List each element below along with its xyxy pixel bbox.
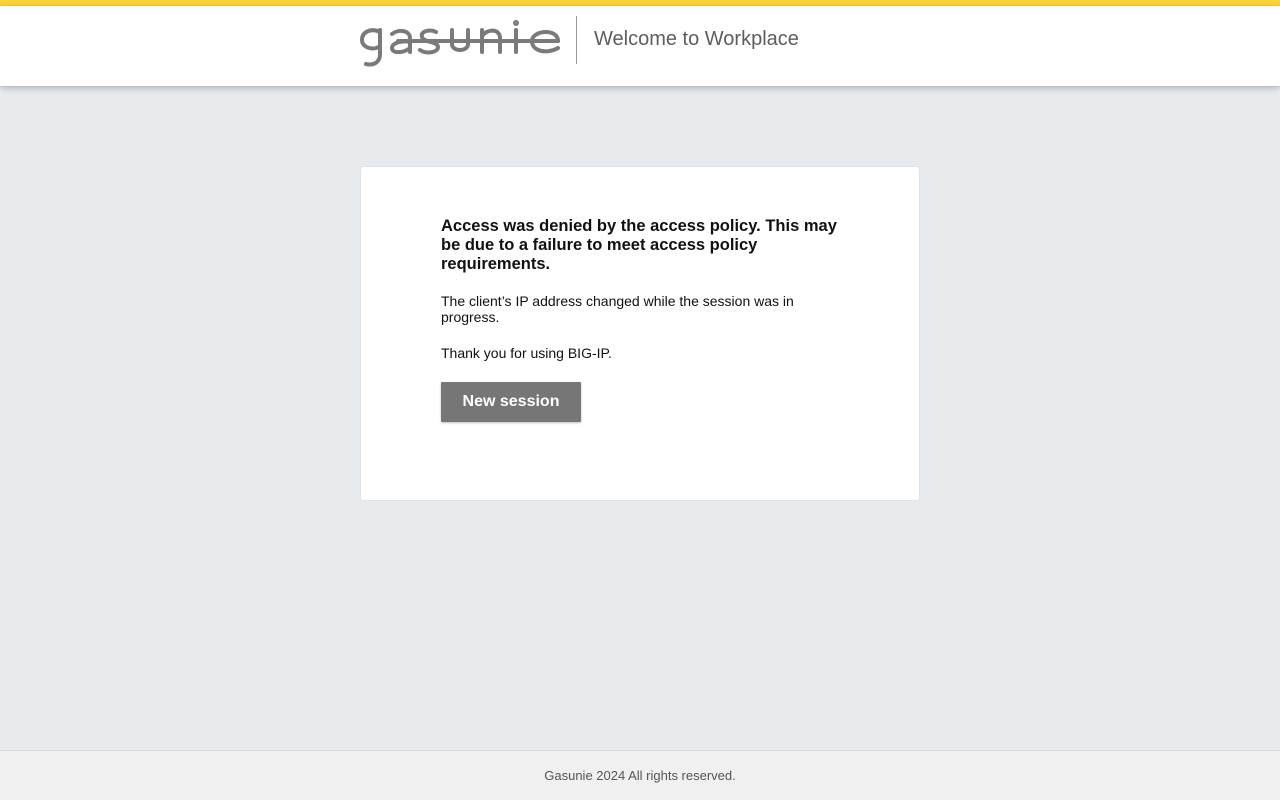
error-heading: Access was denied by the access policy. … <box>441 217 837 273</box>
message-card: Access was denied by the access policy. … <box>360 166 920 501</box>
page-header: Welcome to Workplace <box>0 6 1280 86</box>
header-title: Welcome to Workplace <box>594 28 799 50</box>
page-footer: Gasunie 2024 All rights reserved. <box>0 750 1280 800</box>
error-message: The client’s IP address changed while th… <box>441 293 794 325</box>
new-session-button[interactable]: New session <box>441 382 581 422</box>
thank-you-text: Thank you for using BIG-IP. <box>441 345 612 361</box>
gasunie-logo <box>360 20 560 67</box>
header-divider <box>576 16 577 64</box>
copyright-text: Gasunie 2024 All rights reserved. <box>544 768 736 783</box>
